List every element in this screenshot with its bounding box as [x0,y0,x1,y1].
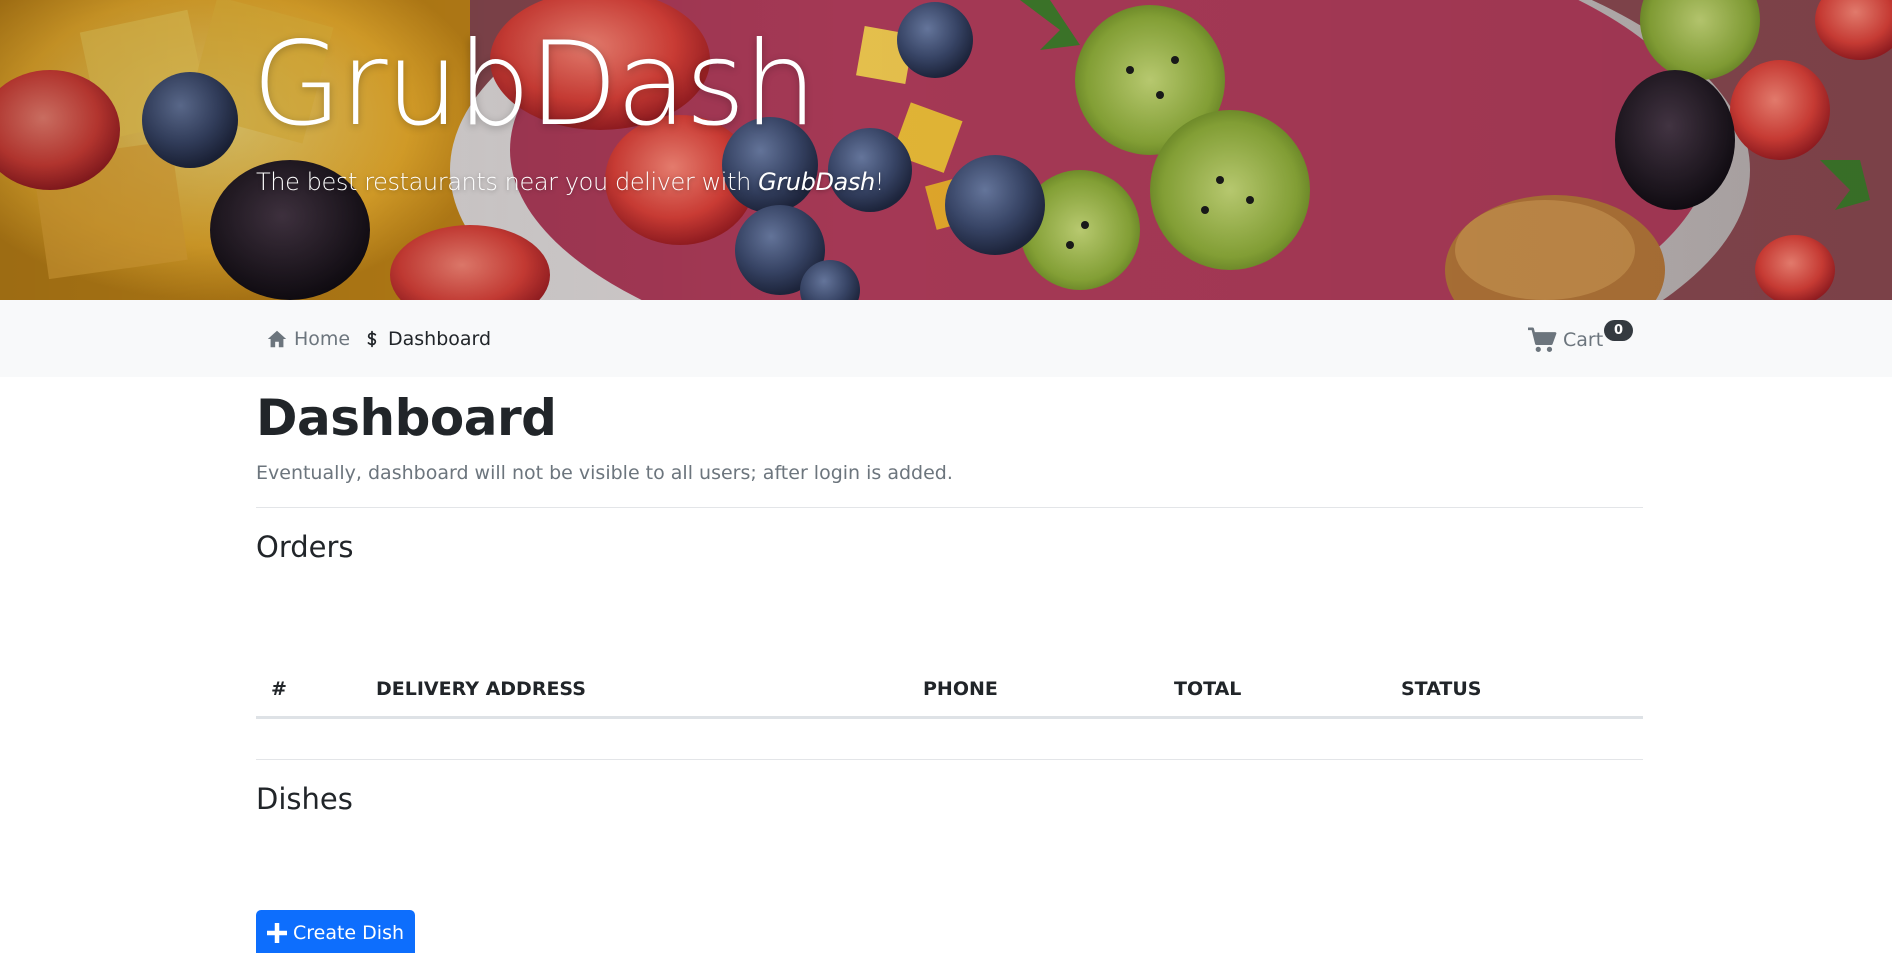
table-header-border [256,716,1643,719]
subtitle-brand: GrubDash [758,168,875,196]
section-divider [256,759,1643,760]
nav-home-label: Home [294,328,351,350]
hero-banner: GrubDash The best restaurants near you d… [0,0,1892,300]
subtitle-text: The best restaurants near you deliver wi… [256,168,759,196]
cart-icon [1528,327,1557,352]
nav-dashboard-label: Dashboard [388,328,492,350]
home-icon [267,330,287,348]
dishes-heading: Dishes [256,782,353,816]
cart-label: Cart [1563,329,1604,351]
nav-dashboard-link[interactable]: Dashboard [364,326,491,352]
section-divider [256,507,1643,508]
hero-subtitle: The best restaurants near you deliver wi… [256,166,884,198]
column-header-delivery-address: DELIVERY ADDRESS [376,678,586,700]
column-header-phone: PHONE [923,678,998,700]
brand-title: GrubDash [252,17,817,152]
plus-icon [266,923,287,943]
subtitle-suffix: ! [874,168,885,196]
create-dish-label: Create Dish [292,922,405,944]
column-header-total: TOTAL [1174,678,1242,700]
column-header-number: # [271,678,287,700]
orders-heading: Orders [256,530,354,564]
page-lead: Eventually, dashboard will not be visibl… [256,462,953,484]
orders-table: # DELIVERY ADDRESS PHONE TOTAL STATUS [256,668,1643,719]
create-dish-button[interactable]: Create Dish [256,910,415,953]
nav-home-link[interactable]: Home [266,326,350,352]
column-header-status: STATUS [1401,678,1482,700]
page-title: Dashboard [256,389,557,447]
dollar-icon [367,330,377,348]
cart-count-badge: 0 [1604,320,1633,341]
cart-link[interactable]: Cart [1527,324,1603,356]
